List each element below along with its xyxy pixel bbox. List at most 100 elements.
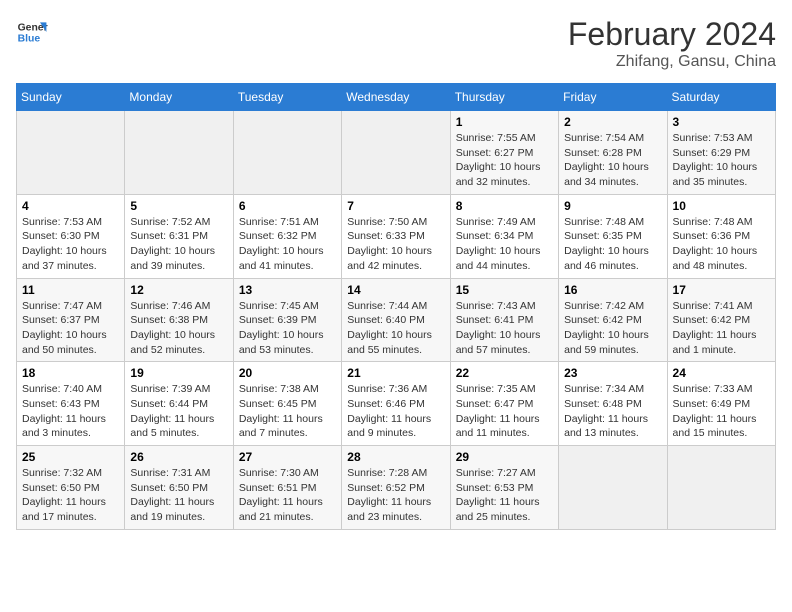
day-info: Sunrise: 7:53 AM Sunset: 6:30 PM Dayligh… (22, 215, 119, 274)
calendar-cell: 24 Sunrise: 7:33 AM Sunset: 6:49 PM Dayli… (667, 362, 775, 446)
calendar-cell: 14 Sunrise: 7:44 AM Sunset: 6:40 PM Dayli… (342, 278, 450, 362)
day-info: Sunrise: 7:44 AM Sunset: 6:40 PM Dayligh… (347, 299, 444, 358)
logo: General Blue (16, 16, 48, 48)
calendar-week-3: 11 Sunrise: 7:47 AM Sunset: 6:37 PM Dayli… (17, 278, 776, 362)
calendar-cell: 3 Sunrise: 7:53 AM Sunset: 6:29 PM Daylig… (667, 111, 775, 195)
day-number: 1 (456, 115, 553, 129)
day-number: 15 (456, 283, 553, 297)
day-number: 29 (456, 450, 553, 464)
svg-text:Blue: Blue (18, 34, 41, 45)
day-number: 6 (239, 199, 336, 213)
calendar-subtitle: Zhifang, Gansu, China (568, 53, 776, 71)
day-info: Sunrise: 7:52 AM Sunset: 6:31 PM Dayligh… (130, 215, 227, 274)
day-info: Sunrise: 7:33 AM Sunset: 6:49 PM Dayligh… (673, 382, 770, 441)
calendar-cell: 29Sunrise: 7:27 AM Sunset: 6:53 PM Dayli… (450, 446, 558, 530)
calendar-cell (667, 446, 775, 530)
day-number: 10 (673, 199, 770, 213)
day-info: Sunrise: 7:30 AM Sunset: 6:51 PM Dayligh… (239, 466, 336, 525)
calendar-title: February 2024 (568, 16, 776, 53)
day-number: 22 (456, 366, 553, 380)
day-header-friday: Friday (559, 84, 667, 111)
calendar-cell: 4 Sunrise: 7:53 AM Sunset: 6:30 PM Daylig… (17, 194, 125, 278)
calendar-cell: 23 Sunrise: 7:34 AM Sunset: 6:48 PM Dayli… (559, 362, 667, 446)
day-info: Sunrise: 7:38 AM Sunset: 6:45 PM Dayligh… (239, 382, 336, 441)
day-info: Sunrise: 7:47 AM Sunset: 6:37 PM Dayligh… (22, 299, 119, 358)
day-number: 21 (347, 366, 444, 380)
day-number: 27 (239, 450, 336, 464)
calendar-week-2: 4 Sunrise: 7:53 AM Sunset: 6:30 PM Daylig… (17, 194, 776, 278)
calendar-cell: 18 Sunrise: 7:40 AM Sunset: 6:43 PM Dayli… (17, 362, 125, 446)
day-header-thursday: Thursday (450, 84, 558, 111)
calendar-cell: 5Sunrise: 7:52 AM Sunset: 6:31 PM Daylig… (125, 194, 233, 278)
calendar-cell: 26 Sunrise: 7:31 AM Sunset: 6:50 PM Dayli… (125, 446, 233, 530)
calendar-cell: 2 Sunrise: 7:54 AM Sunset: 6:28 PM Daylig… (559, 111, 667, 195)
day-number: 7 (347, 199, 444, 213)
day-number: 13 (239, 283, 336, 297)
day-info: Sunrise: 7:43 AM Sunset: 6:41 PM Dayligh… (456, 299, 553, 358)
calendar-cell: 9Sunrise: 7:48 AM Sunset: 6:35 PM Daylig… (559, 194, 667, 278)
page-header: General Blue February 2024 Zhifang, Gans… (16, 16, 776, 71)
day-number: 25 (22, 450, 119, 464)
day-info: Sunrise: 7:54 AM Sunset: 6:28 PM Dayligh… (564, 131, 661, 190)
calendar-week-5: 25 Sunrise: 7:32 AM Sunset: 6:50 PM Dayli… (17, 446, 776, 530)
day-info: Sunrise: 7:42 AM Sunset: 6:42 PM Dayligh… (564, 299, 661, 358)
calendar-header-row: SundayMondayTuesdayWednesdayThursdayFrid… (17, 84, 776, 111)
day-number: 8 (456, 199, 553, 213)
day-number: 20 (239, 366, 336, 380)
day-info: Sunrise: 7:39 AM Sunset: 6:44 PM Dayligh… (130, 382, 227, 441)
day-header-monday: Monday (125, 84, 233, 111)
day-header-sunday: Sunday (17, 84, 125, 111)
calendar-cell: 1 Sunrise: 7:55 AM Sunset: 6:27 PM Daylig… (450, 111, 558, 195)
day-info: Sunrise: 7:48 AM Sunset: 6:36 PM Dayligh… (673, 215, 770, 274)
day-number: 26 (130, 450, 227, 464)
calendar-cell: 8 Sunrise: 7:49 AM Sunset: 6:34 PM Daylig… (450, 194, 558, 278)
day-number: 23 (564, 366, 661, 380)
calendar-table: SundayMondayTuesdayWednesdayThursdayFrid… (16, 83, 776, 530)
day-number: 11 (22, 283, 119, 297)
day-info: Sunrise: 7:55 AM Sunset: 6:27 PM Dayligh… (456, 131, 553, 190)
calendar-week-1: 1 Sunrise: 7:55 AM Sunset: 6:27 PM Daylig… (17, 111, 776, 195)
day-number: 9 (564, 199, 661, 213)
calendar-week-4: 18 Sunrise: 7:40 AM Sunset: 6:43 PM Dayli… (17, 362, 776, 446)
calendar-cell: 27 Sunrise: 7:30 AM Sunset: 6:51 PM Dayli… (233, 446, 341, 530)
calendar-cell: 25 Sunrise: 7:32 AM Sunset: 6:50 PM Dayli… (17, 446, 125, 530)
day-info: Sunrise: 7:40 AM Sunset: 6:43 PM Dayligh… (22, 382, 119, 441)
day-header-wednesday: Wednesday (342, 84, 450, 111)
day-info: Sunrise: 7:32 AM Sunset: 6:50 PM Dayligh… (22, 466, 119, 525)
day-number: 17 (673, 283, 770, 297)
calendar-cell: 15 Sunrise: 7:43 AM Sunset: 6:41 PM Dayli… (450, 278, 558, 362)
day-number: 14 (347, 283, 444, 297)
day-info: Sunrise: 7:51 AM Sunset: 6:32 PM Dayligh… (239, 215, 336, 274)
calendar-cell: 13 Sunrise: 7:45 AM Sunset: 6:39 PM Dayli… (233, 278, 341, 362)
day-info: Sunrise: 7:53 AM Sunset: 6:29 PM Dayligh… (673, 131, 770, 190)
day-number: 24 (673, 366, 770, 380)
calendar-cell: 7 Sunrise: 7:50 AM Sunset: 6:33 PM Daylig… (342, 194, 450, 278)
day-header-saturday: Saturday (667, 84, 775, 111)
day-info: Sunrise: 7:31 AM Sunset: 6:50 PM Dayligh… (130, 466, 227, 525)
logo-icon: General Blue (16, 16, 48, 48)
day-info: Sunrise: 7:46 AM Sunset: 6:38 PM Dayligh… (130, 299, 227, 358)
calendar-cell: 17 Sunrise: 7:41 AM Sunset: 6:42 PM Dayli… (667, 278, 775, 362)
day-info: Sunrise: 7:41 AM Sunset: 6:42 PM Dayligh… (673, 299, 770, 358)
calendar-cell: 11 Sunrise: 7:47 AM Sunset: 6:37 PM Dayli… (17, 278, 125, 362)
day-number: 2 (564, 115, 661, 129)
calendar-cell (559, 446, 667, 530)
day-number: 3 (673, 115, 770, 129)
calendar-cell: 28Sunrise: 7:28 AM Sunset: 6:52 PM Dayli… (342, 446, 450, 530)
calendar-cell: 6 Sunrise: 7:51 AM Sunset: 6:32 PM Daylig… (233, 194, 341, 278)
day-number: 12 (130, 283, 227, 297)
calendar-cell: 19Sunrise: 7:39 AM Sunset: 6:44 PM Dayli… (125, 362, 233, 446)
calendar-cell: 22Sunrise: 7:35 AM Sunset: 6:47 PM Dayli… (450, 362, 558, 446)
day-info: Sunrise: 7:49 AM Sunset: 6:34 PM Dayligh… (456, 215, 553, 274)
day-number: 18 (22, 366, 119, 380)
calendar-cell: 20 Sunrise: 7:38 AM Sunset: 6:45 PM Dayli… (233, 362, 341, 446)
calendar-cell (17, 111, 125, 195)
day-info: Sunrise: 7:45 AM Sunset: 6:39 PM Dayligh… (239, 299, 336, 358)
day-number: 16 (564, 283, 661, 297)
calendar-cell (342, 111, 450, 195)
day-info: Sunrise: 7:34 AM Sunset: 6:48 PM Dayligh… (564, 382, 661, 441)
day-info: Sunrise: 7:50 AM Sunset: 6:33 PM Dayligh… (347, 215, 444, 274)
calendar-cell (233, 111, 341, 195)
day-info: Sunrise: 7:28 AM Sunset: 6:52 PM Dayligh… (347, 466, 444, 525)
day-number: 4 (22, 199, 119, 213)
